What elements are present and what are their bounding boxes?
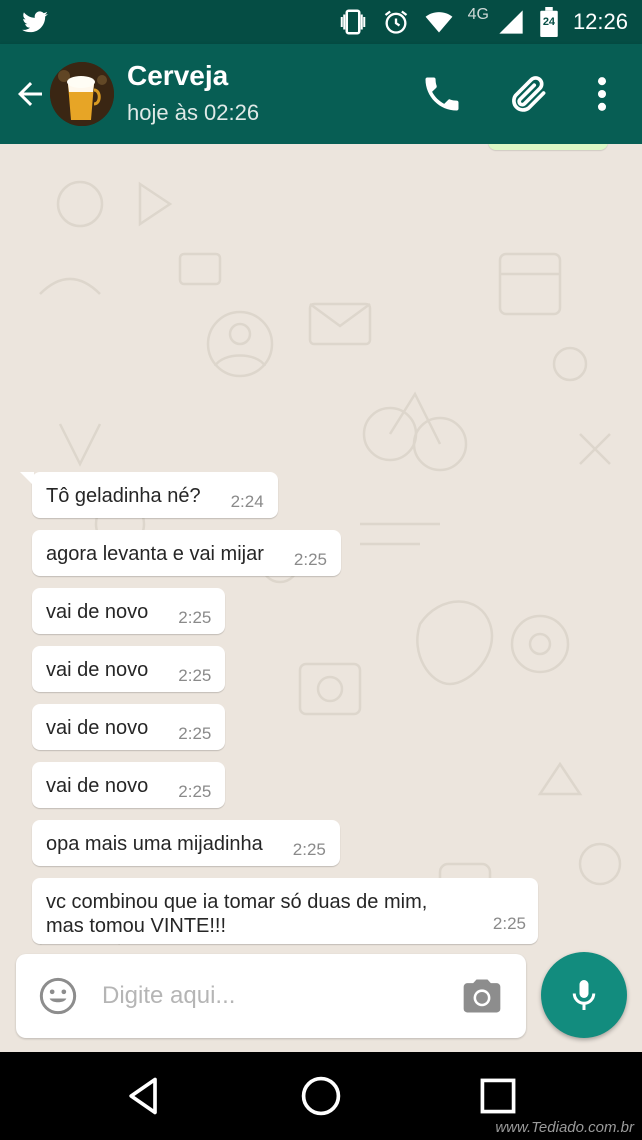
message-time: 2:24	[230, 492, 264, 511]
phone-icon[interactable]	[420, 72, 464, 116]
alarm-icon	[384, 10, 407, 34]
message-bubble[interactable]: vai de novo 2:25	[32, 704, 226, 750]
message-text: opa mais uma mijadinha	[46, 833, 263, 855]
last-seen-status: hoje às 02:26	[127, 100, 260, 125]
message-time: 2:25	[293, 550, 327, 569]
message-bubble[interactable]: Tô geladinha né? 2:24	[20, 472, 278, 518]
more-vert-icon[interactable]	[580, 72, 624, 116]
message-time: 2:25	[292, 840, 326, 859]
chat-header: Cerveja hoje às 02:26	[0, 44, 642, 144]
message-bubble[interactable]: agora levanta e vai mijar 2:25	[32, 530, 341, 576]
camera-icon[interactable]	[460, 974, 504, 1018]
message-time: 2:25	[178, 608, 212, 627]
message-time: 2:25	[178, 724, 212, 743]
chat-area[interactable]: Tô geladinha né? 2:24 agora levanta e vai…	[0, 144, 642, 1052]
message-bubble[interactable]: vc combinou que ia tomar só duas de mim,…	[32, 878, 538, 944]
battery-level-label: 24	[542, 16, 556, 28]
paperclip-icon[interactable]	[506, 72, 550, 116]
mic-button[interactable]	[541, 952, 627, 1038]
contact-avatar[interactable]	[50, 62, 114, 126]
back-arrow-icon[interactable]	[12, 72, 48, 116]
watermark: www.Tediado.com.br	[495, 1119, 634, 1136]
twitter-icon	[22, 11, 48, 33]
network-type-label: 4G	[467, 6, 489, 23]
message-time: 2:25	[178, 666, 212, 685]
message-text: vc combinou que ia tomar só duas de mim,…	[46, 891, 428, 937]
message-text: agora levanta e vai mijar	[46, 543, 264, 565]
previous-outgoing-bubble	[488, 144, 608, 150]
message-time: 2:25	[492, 914, 526, 933]
message-text: vai de novo	[46, 601, 149, 623]
contact-name[interactable]: Cerveja	[127, 60, 228, 92]
message-text: Tô geladinha né?	[46, 485, 201, 507]
signal-icon	[499, 10, 523, 34]
message-composer	[16, 954, 526, 1038]
vibrate-icon	[340, 9, 365, 35]
message-text: vai de novo	[46, 775, 149, 797]
message-input[interactable]	[102, 970, 432, 1022]
message-text: vai de novo	[46, 717, 149, 739]
status-time: 12:26	[572, 9, 628, 34]
nav-back-icon[interactable]	[122, 1074, 166, 1118]
message-time: 2:25	[178, 782, 212, 801]
nav-recents-icon[interactable]	[476, 1074, 520, 1118]
emoji-icon[interactable]	[38, 976, 78, 1016]
message-text: vai de novo	[46, 659, 149, 681]
mic-icon	[572, 980, 596, 1010]
message-bubble[interactable]: vai de novo 2:25	[32, 588, 226, 634]
nav-home-icon[interactable]	[299, 1074, 343, 1118]
wifi-icon	[425, 12, 453, 33]
status-bar: 4G 24 12:26	[0, 0, 642, 44]
message-bubble[interactable]: vai de novo 2:25	[32, 762, 226, 808]
battery-icon: 24	[539, 7, 559, 37]
message-bubble[interactable]: vai de novo 2:25	[32, 646, 226, 692]
message-bubble[interactable]: opa mais uma mijadinha 2:25	[32, 820, 340, 866]
system-nav-bar: www.Tediado.com.br	[0, 1052, 642, 1140]
